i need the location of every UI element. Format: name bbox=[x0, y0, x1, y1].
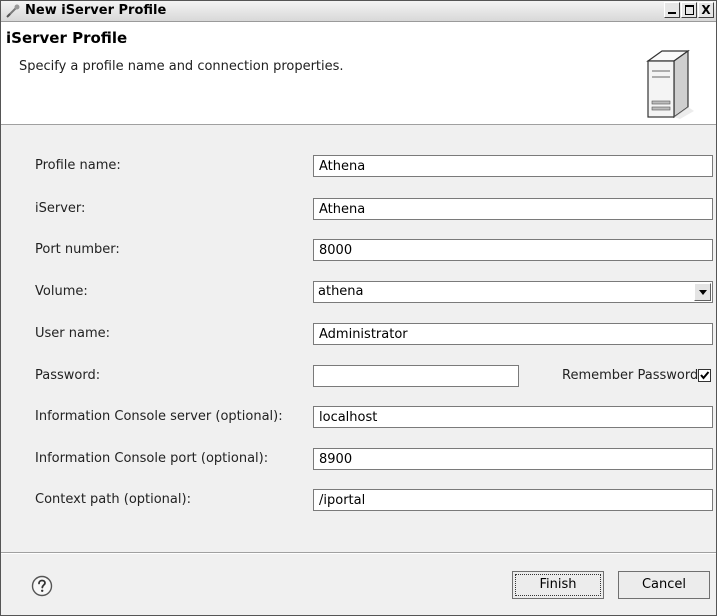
window-title: New iServer Profile bbox=[25, 3, 167, 18]
port-number-input[interactable] bbox=[313, 239, 713, 261]
password-label: Password: bbox=[35, 368, 101, 383]
minimize-button[interactable] bbox=[664, 2, 680, 18]
context-path-input[interactable] bbox=[313, 489, 713, 511]
close-icon: X bbox=[701, 3, 711, 17]
ic-port-row: Information Console port (optional): bbox=[1, 446, 716, 472]
user-name-input[interactable] bbox=[313, 323, 713, 345]
page-title: iServer Profile bbox=[6, 29, 128, 47]
context-path-label: Context path (optional): bbox=[35, 492, 191, 507]
ic-port-label: Information Console port (optional): bbox=[35, 451, 269, 466]
page-description: Specify a profile name and connection pr… bbox=[19, 59, 344, 74]
user-name-label: User name: bbox=[35, 326, 111, 341]
ic-server-input[interactable] bbox=[313, 406, 713, 428]
server-tower-icon bbox=[646, 49, 694, 119]
profile-name-row: Profile name: bbox=[1, 153, 716, 179]
maximize-icon bbox=[685, 5, 694, 15]
window-controls: X bbox=[664, 2, 714, 18]
volume-selected-value: athena bbox=[318, 284, 364, 299]
iserver-input[interactable] bbox=[313, 198, 713, 220]
checkmark-icon bbox=[700, 371, 710, 380]
ic-port-input[interactable] bbox=[313, 448, 713, 470]
profile-form: Profile name: iServer: Port number: Volu… bbox=[1, 125, 716, 552]
iserver-row: iServer: bbox=[1, 196, 716, 222]
maximize-button[interactable] bbox=[681, 2, 697, 18]
port-number-row: Port number: bbox=[1, 237, 716, 263]
minimize-icon bbox=[668, 12, 676, 14]
remember-password-checkbox[interactable] bbox=[698, 369, 711, 382]
cancel-button[interactable]: Cancel bbox=[618, 571, 710, 599]
volume-label: Volume: bbox=[35, 284, 88, 299]
ic-server-label: Information Console server (optional): bbox=[35, 409, 283, 424]
finish-button[interactable]: Finish bbox=[512, 571, 604, 599]
password-input[interactable] bbox=[313, 365, 519, 387]
title-bar[interactable]: New iServer Profile X bbox=[1, 1, 716, 22]
volume-select[interactable]: athena bbox=[313, 281, 713, 303]
chevron-down-icon[interactable] bbox=[694, 283, 711, 301]
volume-row: Volume: athena bbox=[1, 279, 716, 305]
profile-name-label: Profile name: bbox=[35, 158, 121, 173]
footer-divider-highlight bbox=[1, 553, 716, 554]
app-icon bbox=[6, 4, 20, 18]
profile-name-input[interactable] bbox=[313, 155, 713, 177]
dialog-window: New iServer Profile X iServer Profile Sp… bbox=[0, 0, 717, 616]
password-row: Password: Remember Password: bbox=[1, 363, 716, 389]
context-path-row: Context path (optional): bbox=[1, 487, 716, 513]
port-number-label: Port number: bbox=[35, 242, 120, 257]
help-question-icon[interactable] bbox=[31, 575, 53, 597]
close-button[interactable]: X bbox=[698, 2, 714, 18]
iserver-label: iServer: bbox=[35, 201, 86, 216]
ic-server-row: Information Console server (optional): bbox=[1, 404, 716, 430]
user-name-row: User name: bbox=[1, 321, 716, 347]
wizard-header: iServer Profile Specify a profile name a… bbox=[1, 22, 716, 125]
remember-password-label: Remember Password: bbox=[562, 368, 703, 383]
